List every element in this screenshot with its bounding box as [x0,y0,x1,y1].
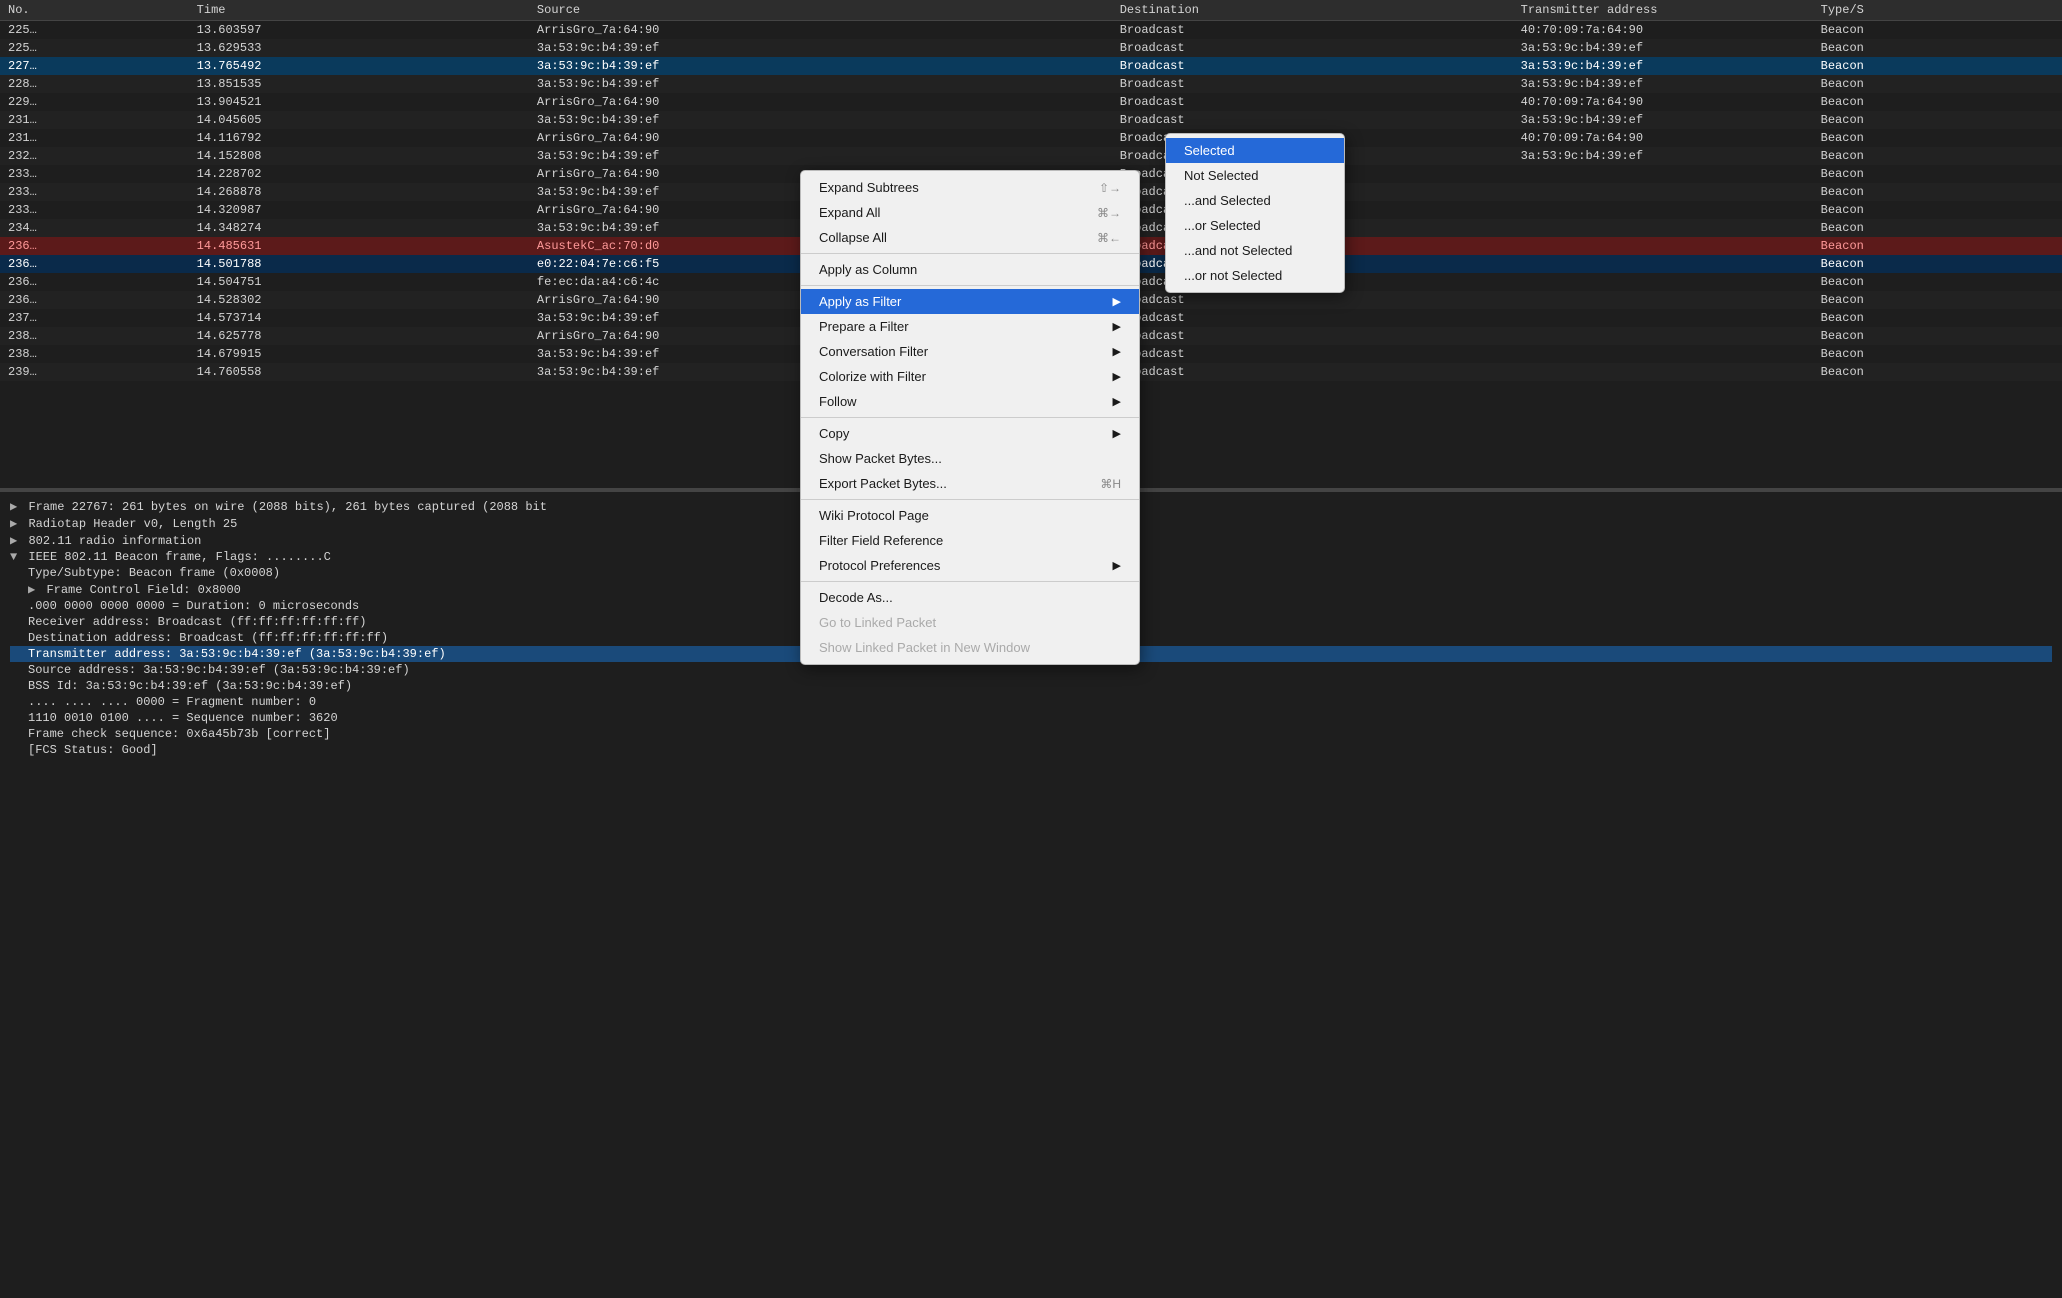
tree-arrow-icon: ▶ [10,517,24,531]
table-row[interactable]: 232…14.1528083a:53:9c:b4:39:efBroadcast3… [0,147,2062,165]
menu-separator [801,417,1139,418]
context-menu-item[interactable]: Wiki Protocol Page [801,503,1139,528]
context-menu-item: Show Linked Packet in New Window [801,635,1139,660]
tree-arrow-icon: ▶ [10,500,24,514]
table-row[interactable]: 229…13.904521ArrisGro_7a:64:90Broadcast4… [0,93,2062,111]
detail-line[interactable]: Frame check sequence: 0x6a45b73b [correc… [10,726,2052,742]
context-menu-item[interactable]: Prepare a Filter▶ [801,314,1139,339]
table-row[interactable]: 228…13.8515353a:53:9c:b4:39:efBroadcast3… [0,75,2062,93]
context-menu-item[interactable]: Conversation Filter▶ [801,339,1139,364]
detail-line[interactable]: .... .... .... 0000 = Fragment number: 0 [10,694,2052,710]
apply-filter-submenu-item[interactable]: Selected [1166,138,1344,163]
context-menu-item[interactable]: Protocol Preferences▶ [801,553,1139,578]
submenu-arrow-icon: ▶ [1113,320,1121,333]
submenu-arrow-icon: ▶ [1113,295,1121,308]
context-menu-item[interactable]: Decode As... [801,585,1139,610]
menu-separator [801,499,1139,500]
apply-filter-submenu-item[interactable]: ...or Selected [1166,213,1344,238]
context-menu-item[interactable]: Filter Field Reference [801,528,1139,553]
context-menu-item[interactable]: Copy▶ [801,421,1139,446]
detail-line[interactable]: 1110 0010 0100 .... = Sequence number: 3… [10,710,2052,726]
table-row[interactable]: 225…13.6295333a:53:9c:b4:39:efBroadcast3… [0,39,2062,57]
context-menu-item[interactable]: Apply as Filter▶ [801,289,1139,314]
table-row[interactable]: 231…14.0456053a:53:9c:b4:39:efBroadcast3… [0,111,2062,129]
context-menu-item[interactable]: Follow▶ [801,389,1139,414]
tree-arrow-icon: ▶ [28,583,42,597]
menu-separator [801,581,1139,582]
detail-line[interactable]: BSS Id: 3a:53:9c:b4:39:ef (3a:53:9c:b4:3… [10,678,2052,694]
context-menu-item[interactable]: Expand All⌘→ [801,200,1139,225]
submenu-arrow-icon: ▶ [1113,427,1121,440]
context-menu-item: Go to Linked Packet [801,610,1139,635]
apply-filter-submenu[interactable]: SelectedNot Selected...and Selected...or… [1165,133,1345,293]
col-no: No. [0,0,189,21]
context-menu[interactable]: Expand Subtrees⇧→Expand All⌘→Collapse Al… [800,170,1140,665]
detail-line[interactable]: [FCS Status: Good] [10,742,2052,758]
table-row[interactable]: 225…13.603597ArrisGro_7a:64:90Broadcast4… [0,21,2062,40]
context-menu-item[interactable]: Colorize with Filter▶ [801,364,1139,389]
apply-filter-submenu-item[interactable]: ...and not Selected [1166,238,1344,263]
apply-filter-submenu-item[interactable]: ...and Selected [1166,188,1344,213]
apply-filter-submenu-item[interactable]: Not Selected [1166,163,1344,188]
submenu-arrow-icon: ▶ [1113,370,1121,383]
col-source: Source [529,0,1112,21]
submenu-arrow-icon: ▶ [1113,559,1121,572]
context-menu-item[interactable]: Show Packet Bytes... [801,446,1139,471]
submenu-arrow-icon: ▶ [1113,395,1121,408]
context-menu-item[interactable]: Collapse All⌘← [801,225,1139,250]
tree-arrow-icon: ▶ [10,534,24,548]
tree-arrow-icon: ▼ [10,550,24,564]
table-row[interactable]: 227…13.7654923a:53:9c:b4:39:efBroadcast3… [0,57,2062,75]
menu-separator [801,253,1139,254]
table-row[interactable]: 231…14.116792ArrisGro_7a:64:90Broadcast4… [0,129,2062,147]
col-destination: Destination [1112,0,1513,21]
context-menu-item[interactable]: Apply as Column [801,257,1139,282]
menu-separator [801,285,1139,286]
col-type: Type/S [1813,0,2062,21]
context-menu-item[interactable]: Expand Subtrees⇧→ [801,175,1139,200]
col-transmitter: Transmitter address [1513,0,1813,21]
submenu-arrow-icon: ▶ [1113,345,1121,358]
context-menu-item[interactable]: Export Packet Bytes...⌘H [801,471,1139,496]
apply-filter-submenu-item[interactable]: ...or not Selected [1166,263,1344,288]
col-time: Time [189,0,529,21]
